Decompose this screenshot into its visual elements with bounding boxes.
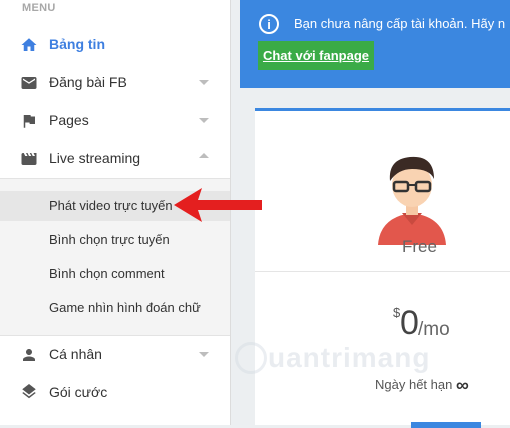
watermark-text: uantrimang [268,342,431,373]
sidebar-item-post-fb[interactable]: Đăng bài FB [0,63,230,101]
home-icon [21,38,37,51]
sidebar-item-dashboard[interactable]: Bảng tin [0,25,230,63]
sidebar-item-label: Đăng bài FB [49,74,127,90]
sidebar-item-label: Bảng tin [49,36,105,52]
submenu-item-comment-poll[interactable]: Bình chọn comment [0,259,230,289]
divider [255,271,510,272]
chat-fanpage-button[interactable]: Chat với fanpage [258,41,374,70]
price-value: 0 [400,304,419,342]
red-arrow-icon [174,188,262,222]
person-icon [23,349,35,361]
submenu-item-label: Phát video trực tuyến [49,198,173,213]
avatar [378,156,446,245]
sidebar-item-label: Live streaming [49,150,141,166]
chevron-down-icon [199,352,209,357]
mail-icon [21,77,37,89]
expiry-label: Ngày hết hạn [375,377,453,392]
plan-button-edge[interactable] [411,422,481,428]
submenu-item-picture-game[interactable]: Game nhìn hình đoán chữ [0,293,230,323]
clapperboard-icon [21,153,37,165]
submenu-item-label: Bình chọn trực tuyến [49,232,170,247]
expiry-row: Ngày hết hạn ∞ [375,373,469,395]
menu-heading: MENU [22,2,56,14]
sidebar-item-label: Cá nhân [49,346,102,362]
submenu-item-online-poll[interactable]: Bình chọn trực tuyến [0,225,230,255]
sidebar-item-profile[interactable]: Cá nhân [0,335,230,373]
expiry-value: ∞ [455,375,469,395]
sidebar-item-label: Gói cước [49,384,108,400]
banner-message: Bạn chưa nâng cấp tài khoản. Hãy n [294,16,506,31]
submenu-item-label: Game nhìn hình đoán chữ [49,300,201,315]
watermark: uantrimang [235,342,430,374]
sidebar-item-live-streaming[interactable]: Live streaming [0,139,230,177]
chevron-down-icon [199,118,209,123]
sidebar-item-label: Pages [49,112,89,128]
price-unit: /mo [418,319,450,340]
chevron-down-icon [199,80,209,85]
sidebar-item-pages[interactable]: Pages [0,101,230,139]
info-icon: i [259,14,279,34]
plan-card: Free $ 0 /mo Ngày hết hạn ∞ [255,108,510,428]
flag-icon [23,115,35,128]
plan-name: Free [402,237,437,256]
submenu-item-label: Bình chọn comment [49,266,165,281]
lightbulb-logo-icon [235,342,267,374]
sidebar-item-plans[interactable]: Gói cước [0,373,230,411]
chevron-up-icon [199,153,209,158]
layers-icon [22,384,36,399]
upgrade-banner: i Bạn chưa nâng cấp tài khoản. Hãy n Cha… [240,0,510,88]
